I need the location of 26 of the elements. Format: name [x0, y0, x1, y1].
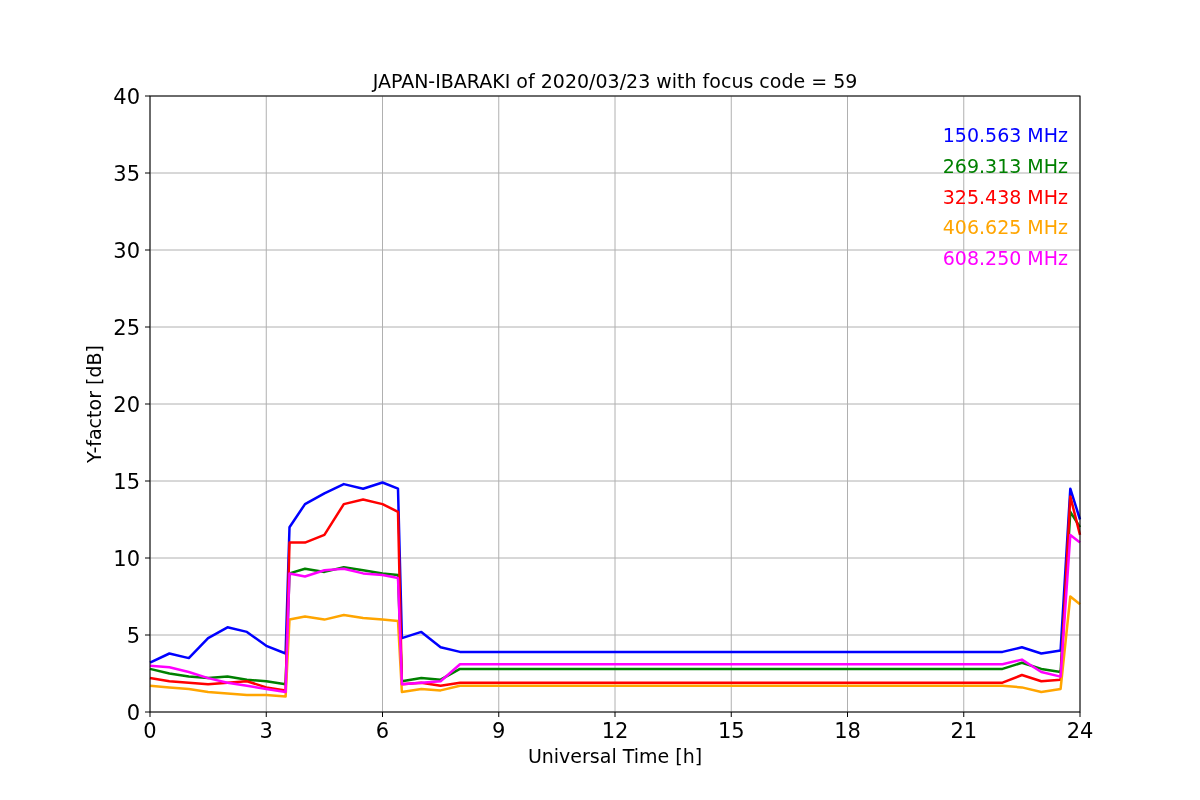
legend-label: 269.313 MHz: [942, 154, 1068, 177]
legend-label: 325.438 MHz: [942, 185, 1068, 208]
x-axis-label: Universal Time [h]: [527, 745, 703, 767]
y-tick-label: 15: [113, 470, 140, 494]
legend-label: 406.625 MHz: [942, 216, 1068, 239]
x-tick-label: 12: [601, 719, 629, 743]
y-axis-label: Y-factor [dB]: [83, 345, 105, 463]
x-tick-label: 15: [717, 719, 745, 743]
x-tick-label: 9: [492, 719, 506, 743]
x-tick-label: 6: [375, 719, 390, 743]
x-tick-label: 18: [834, 719, 861, 743]
x-tick-label: 24: [1066, 719, 1094, 743]
y-tick-label: 35: [113, 162, 140, 186]
y-tick-label: 10: [113, 547, 140, 571]
y-tick-label: 30: [113, 239, 140, 263]
legend-label: 150.563 MHz: [942, 124, 1068, 146]
y-tick-label: 0: [126, 701, 140, 725]
legend-label: 608.250 MHz: [942, 247, 1068, 270]
y-tick-label: 20: [113, 393, 140, 417]
x-tick-label: 3: [259, 719, 273, 743]
chart-title: JAPAN-IBARAKI of 2020/03/23 with focus code = 59: [372, 70, 858, 92]
y-tick-label: 5: [126, 624, 140, 648]
y-tick-label: 40: [113, 85, 140, 109]
x-tick-label: 21: [950, 719, 978, 743]
y-tick-label: 25: [113, 316, 140, 340]
x-tick-label: 0: [143, 719, 157, 743]
